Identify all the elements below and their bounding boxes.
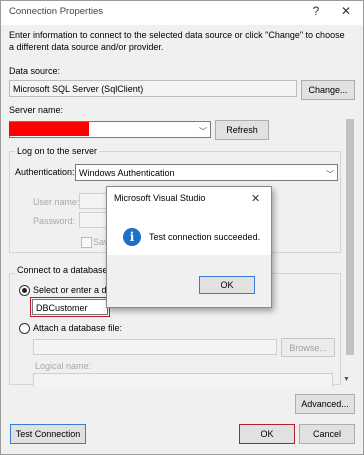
close-icon[interactable]: ✕ (251, 192, 260, 205)
message-box-title-bar: Microsoft Visual Studio ✕ (107, 187, 271, 211)
advanced-button[interactable]: Advanced... (295, 394, 355, 414)
select-database-radio[interactable] (19, 285, 30, 296)
message-text: Test connection succeeded. (149, 232, 261, 242)
database-name-highlight (30, 297, 110, 317)
scrollbar-thumb[interactable] (346, 119, 354, 355)
browse-button[interactable]: Browse... (281, 338, 335, 357)
authentication-label: Authentication: (15, 167, 75, 177)
database-file-field[interactable] (33, 339, 277, 355)
cancel-button[interactable]: Cancel (299, 424, 355, 444)
password-field[interactable] (79, 212, 109, 228)
authentication-value: Windows Authentication (79, 168, 175, 178)
logon-group-label: Log on to the server (15, 146, 100, 156)
scrollbar[interactable] (343, 103, 357, 389)
message-box-title: Microsoft Visual Studio (114, 193, 206, 203)
change-button[interactable]: Change... (301, 80, 355, 100)
attach-database-label: Attach a database file: (33, 323, 123, 333)
window-title: Connection Properties (9, 6, 103, 17)
server-name-redaction (9, 122, 89, 136)
help-icon[interactable]: ? (301, 4, 331, 22)
chevron-down-icon[interactable]: ﹀ (199, 124, 207, 140)
username-field[interactable] (79, 193, 109, 209)
data-source-label: Data source: (9, 66, 61, 76)
authentication-combo[interactable]: Windows Authentication ﹀ (75, 164, 338, 181)
password-label: Password: (33, 216, 76, 226)
refresh-button[interactable]: Refresh (215, 120, 269, 140)
logical-name-label: Logical name: (35, 361, 92, 371)
attach-database-radio[interactable] (19, 323, 30, 334)
title-bar: Connection Properties ? ✕ (1, 1, 363, 25)
intro-text: Enter information to connect to the sele… (9, 30, 345, 52)
server-name-label: Server name: (9, 105, 64, 115)
ok-button-highlight (239, 424, 295, 444)
logical-name-field[interactable] (33, 373, 333, 387)
username-label: User name: (33, 197, 80, 207)
info-icon: i (123, 228, 141, 246)
radio-selected-dot (22, 288, 27, 293)
scroll-down-arrow-icon[interactable]: ▼ (343, 376, 350, 383)
message-ok-button[interactable]: OK (199, 276, 255, 294)
save-password-checkbox[interactable] (81, 237, 92, 248)
chevron-down-icon[interactable]: ﹀ (326, 167, 334, 183)
data-source-field: Microsoft SQL Server (SqlClient) (9, 80, 297, 97)
test-connection-button[interactable]: Test Connection (10, 424, 86, 444)
close-icon[interactable]: ✕ (331, 4, 361, 22)
database-group-label: Connect to a database (15, 265, 110, 275)
message-box: Microsoft Visual Studio ✕ i Test connect… (106, 186, 272, 308)
